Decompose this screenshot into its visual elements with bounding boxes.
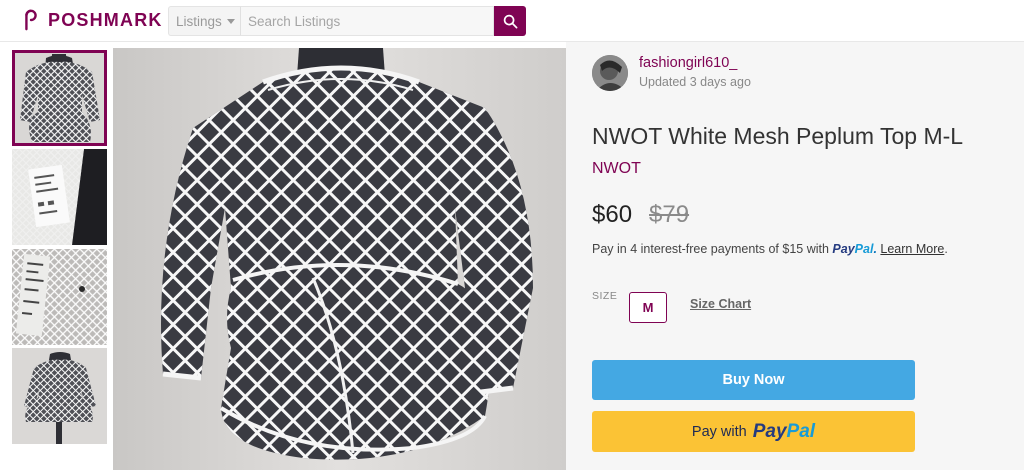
paypal-logo-part-2: Pal [854, 242, 874, 256]
thumbnail-image [12, 348, 107, 444]
pay-with-paypal-button[interactable]: Pay with PayPal [592, 411, 915, 452]
category-select[interactable]: Listings [168, 6, 240, 36]
seller-avatar[interactable] [592, 55, 628, 91]
search-icon [503, 14, 517, 28]
updated-timestamp: Updated 3 days ago [639, 75, 751, 89]
installment-period: . [873, 242, 877, 256]
top-header: POSHMARK Listings [0, 0, 1024, 42]
current-price: $60 [592, 201, 633, 228]
original-price: $79 [649, 201, 690, 228]
condition-badge: NWOT [592, 160, 641, 177]
poshmark-logo[interactable]: POSHMARK [20, 9, 163, 31]
pay-with-label: Pay with [691, 423, 747, 440]
seller-username[interactable]: fashiongirl610_ [639, 55, 737, 71]
buy-now-button[interactable]: Buy Now [592, 360, 915, 400]
brand-name: POSHMARK [48, 9, 163, 30]
listing-title: NWOT White Mesh Peplum Top M-L [592, 123, 964, 149]
size-chart-link[interactable]: Size Chart [690, 297, 751, 311]
search-bar: Listings [168, 6, 526, 36]
thumbnail-front-view[interactable] [12, 50, 107, 146]
thumbnail-image [12, 149, 107, 245]
avatar-image [592, 55, 628, 91]
listing-details-panel [566, 42, 1024, 470]
thumbnail-image [12, 50, 107, 146]
thumbnail-label-view[interactable] [12, 249, 107, 345]
search-button[interactable] [494, 6, 526, 36]
product-photo [113, 48, 566, 470]
paypal-logo-part-1: Pay [832, 242, 855, 256]
paypal-inline-logo: PayPal. [832, 242, 877, 256]
paypal-logo: PayPal [753, 421, 815, 443]
paypal-logo-part-2: Pal [786, 420, 816, 442]
category-select-value: Listings [176, 13, 222, 29]
search-input[interactable] [240, 6, 494, 36]
poshmark-logo-icon [25, 9, 37, 31]
installment-info: Pay in 4 interest-free payments of $15 w… [592, 242, 948, 256]
thumbnail-tag-view[interactable] [12, 149, 107, 245]
learn-more-period: . [944, 242, 948, 256]
thumbnail-side-view[interactable] [12, 348, 107, 444]
paypal-logo-part-1: Pay [752, 420, 787, 442]
main-product-image[interactable] [113, 48, 566, 470]
size-label: SIZE [592, 290, 618, 302]
installment-text: Pay in 4 interest-free payments of $15 w… [592, 242, 829, 256]
size-option-m[interactable]: M [629, 292, 667, 323]
learn-more-link[interactable]: Learn More [880, 242, 944, 256]
chevron-down-icon [226, 19, 235, 24]
thumbnail-image [12, 249, 107, 345]
